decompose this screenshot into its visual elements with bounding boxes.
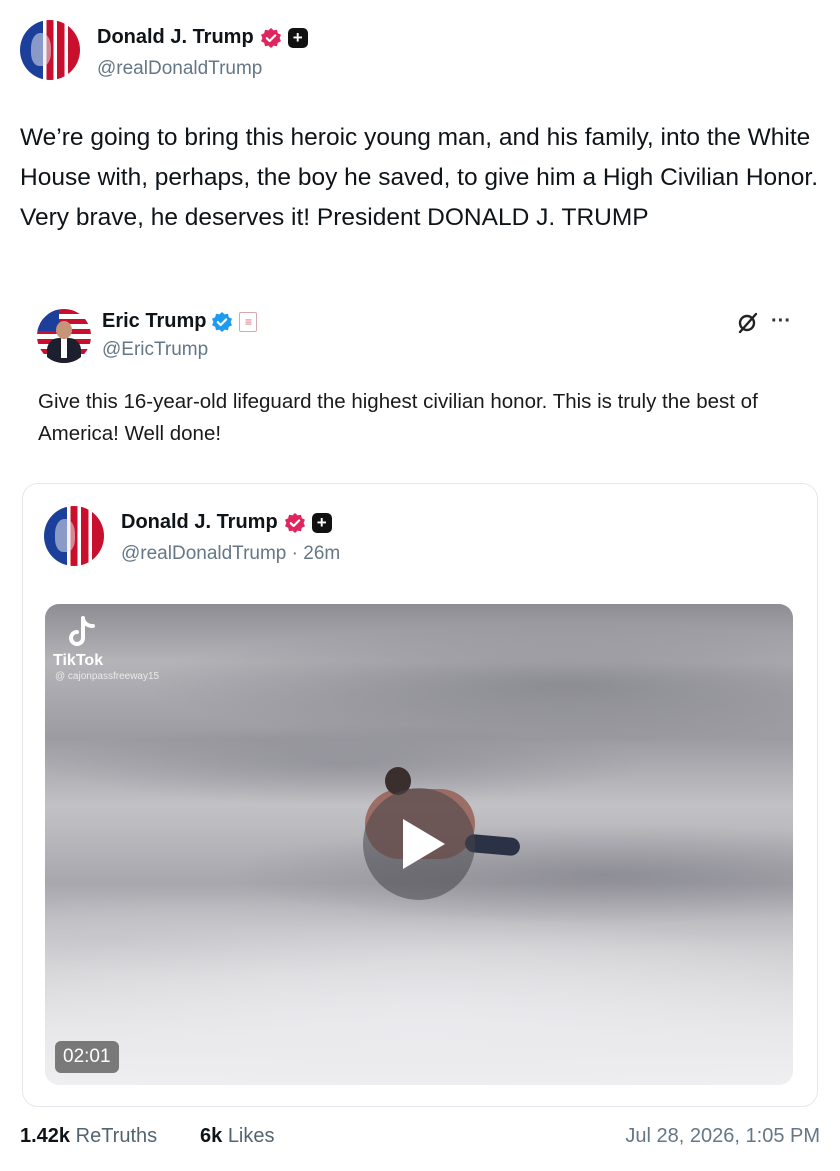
government-badge-icon: ≡ (239, 311, 258, 332)
likes-label: Likes (227, 1125, 275, 1147)
quoted-author-handle[interactable]: @realDonaldTrump (121, 543, 286, 564)
play-button[interactable] (363, 788, 475, 900)
embedded-post-text: Give this 16-year-old lifeguard the high… (38, 390, 758, 445)
quoted-author-avatar[interactable] (44, 506, 104, 566)
video-duration: 02:01 (55, 1041, 119, 1073)
verified-badge-icon (211, 311, 233, 333)
play-icon (403, 819, 445, 869)
embedded-author-name-row: Eric Trump ≡ (102, 310, 258, 333)
quoted-post-time[interactable]: 26m (303, 543, 340, 564)
separator-dot: · (286, 543, 304, 564)
embedded-author-name[interactable]: Eric Trump (102, 310, 206, 333)
likes-count: 6k (200, 1125, 223, 1147)
author-name-row: Donald J. Trump + (97, 26, 308, 49)
more-options-icon[interactable]: ··· (771, 310, 791, 333)
likes-stat[interactable]: 6k Likes (200, 1125, 275, 1148)
tiktok-logo-icon (67, 616, 97, 650)
plus-badge-icon: + (311, 512, 332, 533)
verified-badge-icon (260, 27, 282, 49)
tiktok-watermark-brand: TikTok (53, 652, 104, 669)
verified-badge-icon (284, 512, 306, 534)
plus-badge-icon: + (287, 27, 308, 48)
video-player[interactable]: TikTok @ cajonpassfreeway15 02:01 (45, 604, 793, 1085)
grok-icon[interactable] (736, 311, 760, 335)
author-handle[interactable]: @realDonaldTrump (97, 58, 262, 80)
embedded-author-avatar[interactable] (37, 309, 91, 363)
embedded-author-handle[interactable]: @EricTrump (102, 339, 208, 361)
quoted-author-handle-row: @realDonaldTrump · 26m (121, 543, 340, 565)
retruths-count: 1.42k (20, 1125, 71, 1147)
quoted-author-name-row: Donald J. Trump + (121, 511, 332, 534)
retruths-label: ReTruths (75, 1125, 158, 1147)
author-display-name[interactable]: Donald J. Trump (97, 26, 254, 49)
retruths-stat[interactable]: 1.42k ReTruths (20, 1125, 157, 1148)
post-timestamp[interactable]: Jul 28, 2026, 1:05 PM (625, 1125, 820, 1148)
author-avatar[interactable] (20, 20, 80, 80)
post-stats: 1.42k ReTruths 6k Likes Jul 28, 2026, 1:… (20, 1125, 820, 1155)
post-text: We’re going to bring this heroic young m… (20, 124, 819, 231)
quoted-author-name[interactable]: Donald J. Trump (121, 511, 278, 534)
tiktok-watermark-user: @ cajonpassfreeway15 (55, 671, 160, 682)
